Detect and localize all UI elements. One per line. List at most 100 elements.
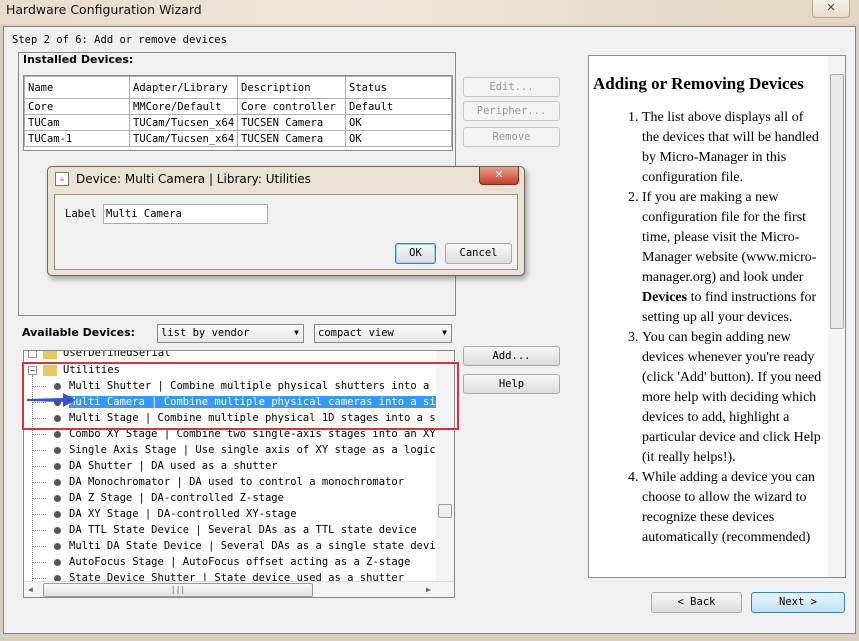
help-title: Adding or Removing Devices <box>593 74 804 93</box>
cell-adapter: TUCam/Tucsen_x64 <box>129 114 238 131</box>
close-button[interactable]: ✕ <box>812 0 850 18</box>
column-header-description[interactable]: Description <box>237 76 346 99</box>
tree-item[interactable]: DA XY Stage | DA-controlled XY-stage <box>32 506 297 522</box>
edit-button[interactable]: Edit... <box>463 77 560 97</box>
tree-item[interactable]: DA Monochromator | DA used to control a … <box>32 474 404 490</box>
help-scrollbar-thumb[interactable] <box>830 74 844 329</box>
back-button[interactable]: < Back <box>651 592 742 613</box>
device-icon <box>54 446 61 454</box>
tree-connector <box>32 449 46 451</box>
remove-button[interactable]: Remove <box>463 127 560 147</box>
tree-folder-userdefinedserial[interactable]: UserDefinedSerial <box>28 350 171 361</box>
dialog-close-button[interactable]: ✕ <box>479 167 519 185</box>
cell-description: TUCSEN Camera <box>237 114 346 131</box>
folder-label: UserDefinedSerial <box>63 350 171 359</box>
label-input[interactable]: Multi Camera <box>103 204 268 224</box>
add-button[interactable]: Add... <box>463 346 560 366</box>
device-icon <box>54 526 61 534</box>
next-button[interactable]: Next > <box>751 592 845 613</box>
cell-status: OK <box>345 130 452 147</box>
tree-connector <box>32 577 46 579</box>
tree-connector <box>32 497 46 499</box>
tree-item[interactable]: Single Axis Stage | Use single axis of X… <box>32 442 442 458</box>
available-devices-heading: Available Devices: <box>22 326 136 339</box>
tree-item[interactable]: DA Shutter | DA used as a shutter <box>32 458 278 474</box>
tree-item-label: DA Monochromator | DA used to control a … <box>69 476 405 488</box>
label-caption: Label <box>65 208 97 220</box>
tree-connector <box>32 513 46 515</box>
help-list-item: You can begin adding new devices wheneve… <box>642 328 823 468</box>
table-row[interactable]: Core MMCore/Default Core controller Default <box>24 98 452 115</box>
cell-description: Core controller <box>237 98 346 115</box>
vertical-scrollbar-thumb[interactable] <box>438 504 452 518</box>
window-title: Hardware Configuration Wizard <box>6 2 202 17</box>
help-text: You can begin adding new devices wheneve… <box>642 330 822 465</box>
tree-item[interactable]: DA Z Stage | DA-controlled Z-stage <box>32 490 284 506</box>
device-icon <box>54 462 61 470</box>
tree-item[interactable]: AutoFocus Stage | AutoFocus offset actin… <box>32 554 410 570</box>
view-mode-value: compact view <box>318 327 394 339</box>
help-scrollbar[interactable] <box>828 56 845 577</box>
help-button[interactable]: Help <box>463 374 560 394</box>
cell-adapter: MMCore/Default <box>129 98 238 115</box>
device-icon <box>54 478 61 486</box>
device-icon <box>54 494 61 502</box>
tree-item-label: Single Axis Stage | Use single axis of X… <box>69 444 442 456</box>
installed-devices-heading: Installed Devices: <box>23 53 134 66</box>
tree-connector <box>32 433 46 435</box>
dialog-title: Device: Multi Camera | Library: Utilitie… <box>76 172 311 186</box>
help-text: While adding a device you can choose to … <box>642 470 815 545</box>
tree-item-label: DA Z Stage | DA-controlled Z-stage <box>69 492 284 504</box>
ok-button[interactable]: OK <box>395 243 436 264</box>
table-row[interactable]: TUCam TUCam/Tucsen_x64 TUCSEN Camera OK <box>24 114 452 131</box>
tree-item-label: DA TTL State Device | Several DAs as a T… <box>69 524 417 536</box>
folder-icon <box>43 351 57 359</box>
tree-item-label: Multi DA State Device | Several DAs as a… <box>69 540 442 552</box>
device-icon <box>54 430 61 438</box>
tree-item-label: DA XY Stage | DA-controlled XY-stage <box>69 508 297 520</box>
help-list-item: If you are making a new configuration fi… <box>642 188 823 328</box>
help-panel: Adding or Removing Devices The list abov… <box>588 55 846 578</box>
scroll-left-icon[interactable]: ◀ <box>28 585 33 594</box>
table-row[interactable]: TUCam-1 TUCam/Tucsen_x64 TUCSEN Camera OK <box>24 130 452 147</box>
list-mode-select[interactable]: list by vendor ▼ <box>157 324 304 343</box>
expand-icon[interactable] <box>28 351 37 358</box>
installed-devices-table-wrap: Name Adapter/Library Description Status … <box>23 75 453 151</box>
tree-connector <box>32 561 46 563</box>
cell-status: Default <box>345 98 452 115</box>
help-text: If you are making a new configuration fi… <box>642 190 817 285</box>
device-dialog: ☕ Device: Multi Camera | Library: Utilit… <box>47 166 525 276</box>
help-list-item: While adding a device you can choose to … <box>642 468 823 548</box>
cancel-button[interactable]: Cancel <box>445 243 512 264</box>
list-mode-value: list by vendor <box>161 327 250 339</box>
help-text: The list above displays all of the devic… <box>642 110 819 185</box>
horizontal-scrollbar[interactable]: ◀ ||| ▶ <box>24 581 454 597</box>
installed-devices-table: Name Adapter/Library Description Status … <box>24 76 452 147</box>
horizontal-scrollbar-thumb[interactable]: ||| <box>43 583 313 597</box>
cell-adapter: TUCam/Tucsen_x64 <box>129 130 238 147</box>
tree-item[interactable]: Multi DA State Device | Several DAs as a… <box>32 538 442 554</box>
device-icon <box>54 558 61 566</box>
arrow-pointer-icon <box>27 393 76 407</box>
dialog-body: Label Multi Camera OK Cancel <box>54 194 518 270</box>
cell-status: OK <box>345 114 452 131</box>
help-list-item: The list above displays all of the devic… <box>642 108 823 188</box>
view-mode-select[interactable]: compact view ▼ <box>314 324 452 343</box>
column-header-status[interactable]: Status <box>345 76 452 99</box>
step-label: Step 2 of 6: Add or remove devices <box>12 34 227 46</box>
tree-connector <box>32 529 46 531</box>
peripheral-button[interactable]: Peripher... <box>463 101 560 121</box>
tree-connector <box>32 481 46 483</box>
tree-connector <box>32 545 46 547</box>
column-header-name[interactable]: Name <box>24 76 130 99</box>
tree-connector <box>32 465 46 467</box>
scroll-right-icon[interactable]: ▶ <box>426 585 431 594</box>
tree-item[interactable]: DA TTL State Device | Several DAs as a T… <box>32 522 417 538</box>
device-icon <box>54 542 61 550</box>
help-text: Devices <box>642 290 688 305</box>
chevron-down-icon: ▼ <box>294 328 299 337</box>
chevron-down-icon: ▼ <box>442 328 447 337</box>
highlight-box <box>22 362 459 430</box>
cell-name: Core <box>24 98 130 115</box>
column-header-adapter[interactable]: Adapter/Library <box>129 76 238 99</box>
